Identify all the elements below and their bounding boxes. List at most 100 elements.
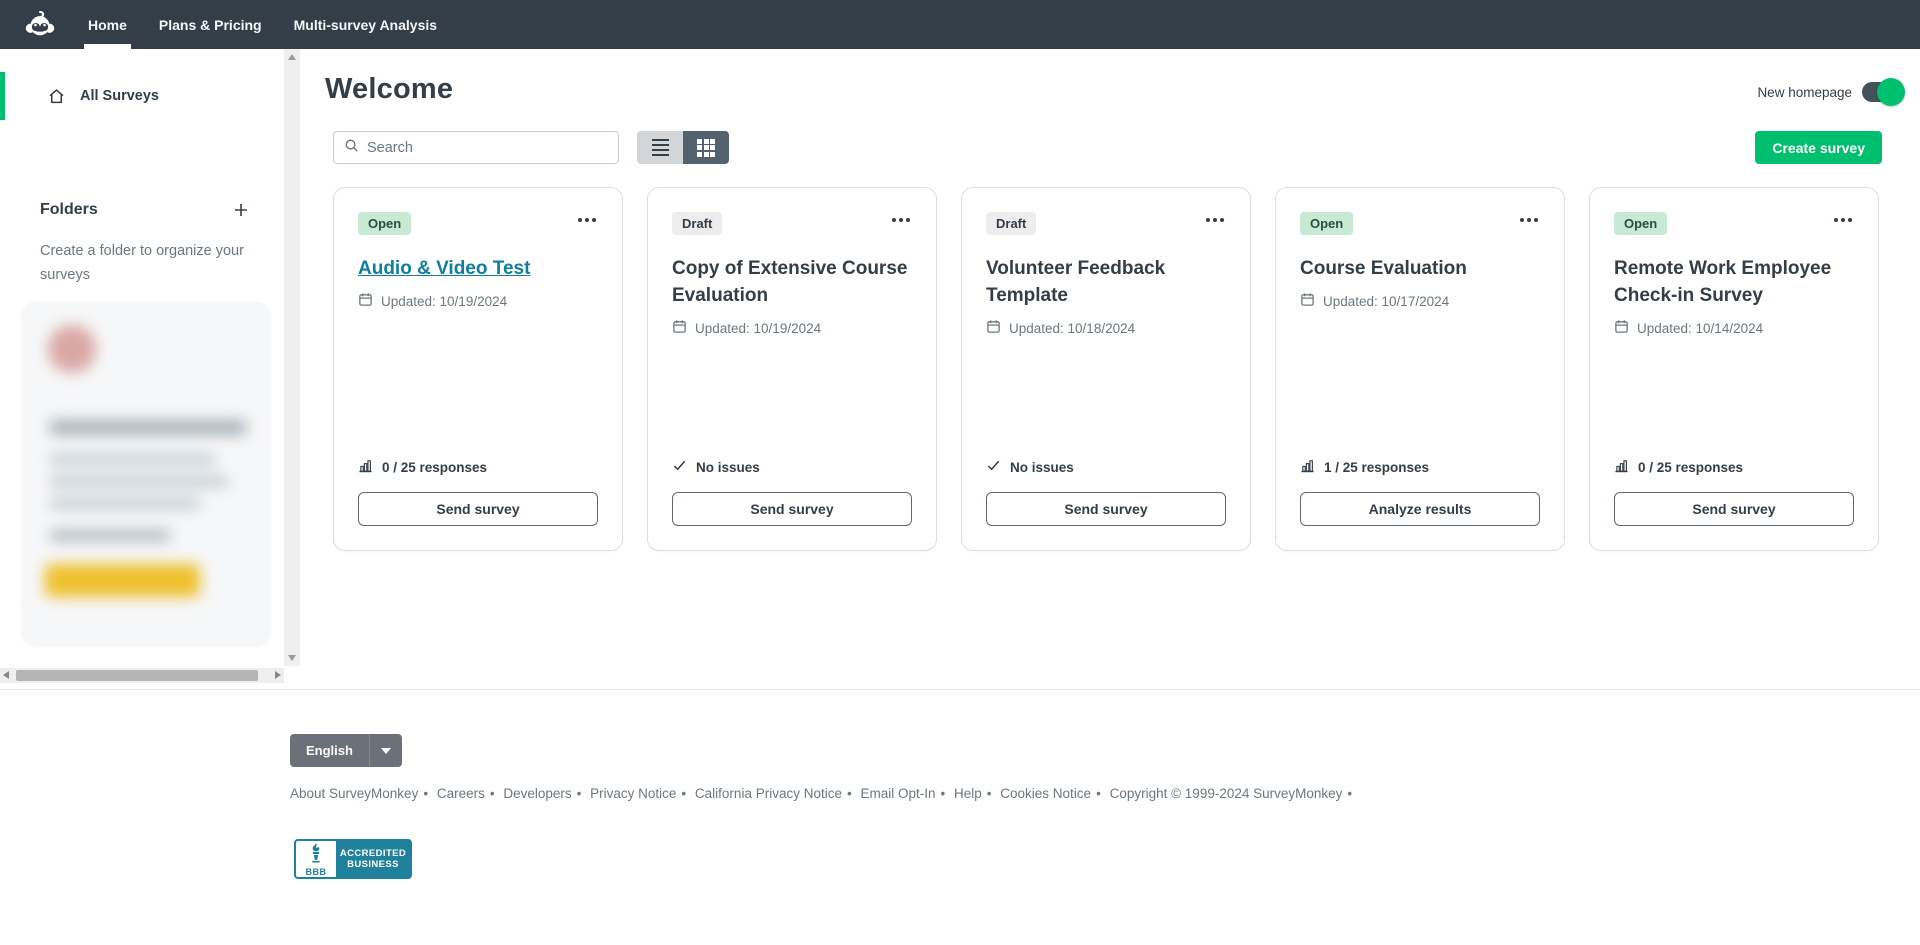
analyze-results-button[interactable]: Analyze results bbox=[1300, 492, 1540, 526]
card-menu-ellipsis-icon[interactable] bbox=[576, 212, 598, 228]
surveymonkey-logo-icon[interactable] bbox=[20, 0, 60, 49]
calendar-icon bbox=[672, 319, 687, 337]
active-item-indicator bbox=[0, 72, 5, 120]
updated-date: Updated: 10/19/2024 bbox=[695, 320, 822, 336]
nav-item-home[interactable]: Home bbox=[84, 0, 131, 49]
issues-status: No issues bbox=[1010, 459, 1074, 475]
nav-item-label: Multi-survey Analysis bbox=[293, 16, 438, 33]
survey-title[interactable]: Remote Work Employee Check-in Survey bbox=[1614, 255, 1854, 309]
scroll-up-arrow[interactable] bbox=[288, 54, 296, 60]
scrollbar-thumb[interactable] bbox=[16, 670, 258, 681]
survey-card: Open Remote Work Employee Check-in Surve… bbox=[1589, 187, 1879, 551]
footer-link-california-privacy[interactable]: California Privacy Notice bbox=[695, 786, 842, 801]
bbb-accredited-label: ACCREDITED bbox=[339, 848, 407, 859]
scroll-down-arrow[interactable] bbox=[288, 655, 296, 661]
chevron-down-icon bbox=[380, 747, 391, 754]
check-icon bbox=[986, 458, 1001, 476]
new-homepage-switch[interactable] bbox=[1862, 78, 1905, 106]
list-view-icon bbox=[651, 138, 669, 157]
search-input[interactable] bbox=[367, 139, 608, 156]
card-menu-ellipsis-icon[interactable] bbox=[1518, 212, 1540, 228]
nav-menu: Home Plans & Pricing Multi-survey Analys… bbox=[84, 0, 439, 49]
bar-chart-icon bbox=[1300, 458, 1315, 476]
footer-link-privacy-notice[interactable]: Privacy Notice bbox=[590, 786, 676, 801]
sidebar: All Surveys Folders Create a folder to o… bbox=[0, 49, 284, 689]
sidebar-item-all-surveys[interactable]: All Surveys bbox=[0, 72, 284, 120]
send-survey-button[interactable]: Send survey bbox=[672, 492, 912, 526]
sidebar-item-label: All Surveys bbox=[80, 88, 159, 104]
scroll-right-arrow[interactable] bbox=[275, 671, 281, 679]
survey-search bbox=[333, 131, 619, 164]
updated-date: Updated: 10/19/2024 bbox=[381, 293, 508, 309]
survey-card: Open Course Evaluation Updated: 10/17/20… bbox=[1275, 187, 1565, 551]
survey-title[interactable]: Volunteer Feedback Template bbox=[986, 255, 1226, 309]
card-menu-ellipsis-icon[interactable] bbox=[1832, 212, 1854, 228]
bbb-torch-icon bbox=[306, 842, 326, 869]
surveymonkey-dashboard: Home Plans & Pricing Multi-survey Analys… bbox=[0, 0, 1920, 945]
bbb-brand-label: BBB bbox=[305, 866, 327, 877]
scroll-left-arrow[interactable] bbox=[3, 671, 9, 679]
updated-date: Updated: 10/18/2024 bbox=[1009, 320, 1136, 336]
controls-row: Create survey bbox=[333, 131, 1882, 164]
updated-date: Updated: 10/17/2024 bbox=[1323, 293, 1450, 309]
nav-item-plans-pricing[interactable]: Plans & Pricing bbox=[157, 0, 264, 49]
bar-chart-icon bbox=[1614, 458, 1629, 476]
sidebar-horizontal-scrollbar[interactable] bbox=[0, 668, 284, 683]
status-badge: Draft bbox=[986, 212, 1037, 235]
nav-item-label: Plans & Pricing bbox=[158, 16, 262, 33]
survey-card: Draft Volunteer Feedback Template Update… bbox=[961, 187, 1251, 551]
calendar-icon bbox=[986, 319, 1001, 337]
card-menu-ellipsis-icon[interactable] bbox=[1204, 212, 1226, 228]
survey-card: Draft Copy of Extensive Course Evaluatio… bbox=[647, 187, 937, 551]
nav-item-multi-survey-analysis[interactable]: Multi-survey Analysis bbox=[292, 0, 439, 49]
survey-title[interactable]: Course Evaluation bbox=[1300, 255, 1540, 282]
survey-title-link[interactable]: Audio & Video Test bbox=[358, 255, 598, 282]
list-view-button[interactable] bbox=[637, 131, 683, 164]
search-icon bbox=[344, 138, 359, 158]
calendar-icon bbox=[1300, 292, 1315, 310]
bar-chart-icon bbox=[358, 458, 373, 476]
updated-date: Updated: 10/14/2024 bbox=[1637, 320, 1764, 336]
main-content: Welcome New homepage Cre bbox=[300, 49, 1920, 689]
issues-status: No issues bbox=[696, 459, 760, 475]
status-badge: Draft bbox=[672, 212, 723, 235]
footer-link-developers[interactable]: Developers bbox=[503, 786, 571, 801]
responses-count: 1 / 25 responses bbox=[1324, 459, 1430, 475]
add-folder-button[interactable] bbox=[230, 199, 252, 221]
language-selector[interactable]: English bbox=[290, 734, 402, 767]
new-homepage-toggle-row: New homepage bbox=[1757, 78, 1905, 106]
status-badge: Open bbox=[1614, 212, 1668, 235]
nav-item-label: Home bbox=[88, 16, 127, 33]
bbb-accredited-business-badge[interactable]: BBB ACCREDITED BUSINESS bbox=[294, 839, 412, 879]
promo-blur-content bbox=[22, 302, 270, 645]
footer-link-cookies-notice[interactable]: Cookies Notice bbox=[1000, 786, 1091, 801]
create-survey-button[interactable]: Create survey bbox=[1755, 131, 1882, 164]
sidebar-vertical-scrollbar[interactable] bbox=[284, 49, 300, 666]
grid-view-button[interactable] bbox=[683, 131, 729, 164]
footer-copyright: Copyright © 1999-2024 SurveyMonkey bbox=[1109, 786, 1343, 801]
status-badge: Open bbox=[1300, 212, 1354, 235]
language-dropdown-button[interactable] bbox=[368, 734, 402, 767]
responses-count: 0 / 25 responses bbox=[382, 459, 488, 475]
survey-card-grid: Open Audio & Video Test Updated: 10/19/2… bbox=[333, 187, 1879, 551]
survey-card: Open Audio & Video Test Updated: 10/19/2… bbox=[333, 187, 623, 551]
send-survey-button[interactable]: Send survey bbox=[986, 492, 1226, 526]
top-nav: Home Plans & Pricing Multi-survey Analys… bbox=[0, 0, 1920, 49]
send-survey-button[interactable]: Send survey bbox=[1614, 492, 1854, 526]
language-label: English bbox=[290, 734, 369, 767]
footer-link-careers[interactable]: Careers bbox=[437, 786, 485, 801]
calendar-icon bbox=[358, 292, 373, 310]
footer: English About SurveyMonkey • Careers • Dev… bbox=[0, 689, 1920, 945]
survey-title[interactable]: Copy of Extensive Course Evaluation bbox=[672, 255, 912, 309]
send-survey-button[interactable]: Send survey bbox=[358, 492, 598, 526]
card-menu-ellipsis-icon[interactable] bbox=[890, 212, 912, 228]
footer-link-about[interactable]: About SurveyMonkey bbox=[290, 786, 418, 801]
blurred-promo-button[interactable] bbox=[45, 564, 200, 597]
footer-link-email-opt-in[interactable]: Email Opt-In bbox=[860, 786, 935, 801]
promo-icon bbox=[48, 325, 96, 373]
switch-knob bbox=[1877, 78, 1905, 106]
check-icon bbox=[672, 458, 687, 476]
calendar-icon bbox=[1614, 319, 1629, 337]
status-badge: Open bbox=[358, 212, 412, 235]
footer-link-help[interactable]: Help bbox=[954, 786, 982, 801]
